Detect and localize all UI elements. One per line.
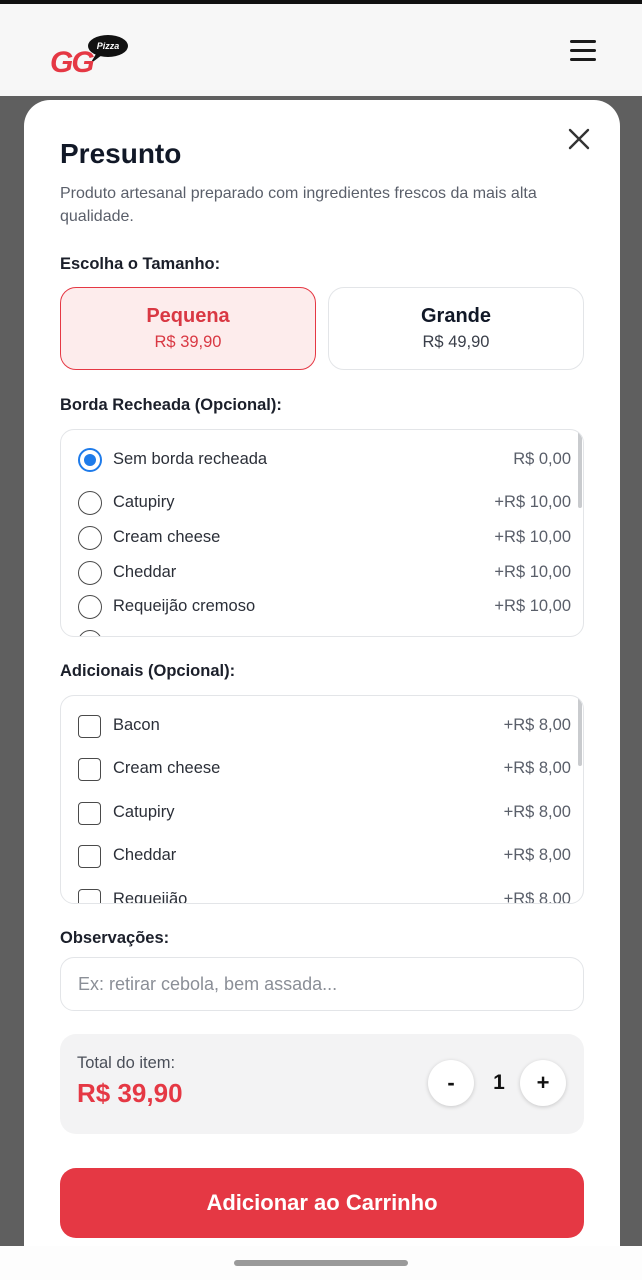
- decrease-quantity-button[interactable]: -: [428, 1060, 474, 1106]
- checkbox[interactable]: [78, 758, 101, 781]
- adicional-option[interactable]: Requeijão +R$ 8,00: [61, 885, 583, 904]
- option-label: Cream cheese: [113, 528, 221, 546]
- option-price: R$ 0,00: [513, 450, 571, 468]
- size-option-grande[interactable]: Grande R$ 49,90: [328, 287, 584, 370]
- size-name: Grande: [420, 305, 492, 327]
- adicional-option[interactable]: Cream cheese +R$ 8,00: [61, 754, 583, 784]
- option-label: Catupiry: [113, 803, 175, 821]
- radio-button-selected[interactable]: [78, 448, 102, 472]
- product-title: Presunto: [60, 138, 182, 169]
- borda-option[interactable]: Requeijão cremoso +R$ 10,00: [61, 592, 583, 622]
- borda-options-list[interactable]: Sem borda recheada R$ 0,00 Catupiry +R$ …: [60, 429, 584, 637]
- home-indicator[interactable]: [234, 1260, 408, 1266]
- option-label: Requeijão cremoso: [113, 597, 256, 615]
- adicionais-options-list[interactable]: Bacon +R$ 8,00 Cream cheese +R$ 8,00 Cat…: [60, 695, 584, 904]
- adicional-option[interactable]: Catupiry +R$ 8,00: [61, 798, 583, 828]
- option-label: Cream cheese: [113, 759, 221, 777]
- adicional-option[interactable]: Cheddar +R$ 8,00: [61, 841, 583, 871]
- checkbox[interactable]: [78, 715, 101, 738]
- checkbox[interactable]: [78, 802, 101, 825]
- logo-text: GG: [50, 46, 94, 76]
- option-price: +R$ 8,00: [503, 890, 571, 904]
- observacoes-input[interactable]: [60, 957, 584, 1011]
- size-name: Pequena: [146, 305, 230, 327]
- increase-quantity-button[interactable]: +: [520, 1060, 566, 1106]
- logo-bubble-text: Pizza: [97, 41, 120, 51]
- borda-option[interactable]: Cheddar +R$ 10,00: [61, 558, 583, 588]
- size-section-label: Escolha o Tamanho:: [60, 255, 221, 273]
- hamburger-icon[interactable]: [570, 40, 598, 64]
- option-price: +R$ 10,00: [494, 528, 571, 546]
- option-price: +R$ 8,00: [503, 803, 571, 821]
- radio-button[interactable]: [78, 561, 102, 585]
- option-label: Sem borda recheada: [113, 450, 268, 468]
- option-label: Cheddar: [113, 563, 177, 581]
- radio-button[interactable]: [78, 526, 102, 550]
- app-header: Pizza GG: [0, 4, 642, 96]
- size-price: R$ 39,90: [154, 333, 222, 351]
- option-price: +R$ 10,00: [494, 597, 571, 615]
- total-value: R$ 39,90: [77, 1078, 183, 1108]
- option-label: Requeijão: [113, 890, 188, 904]
- option-label: Cheddar: [113, 846, 177, 864]
- add-to-cart-button[interactable]: Adicionar ao Carrinho: [60, 1168, 584, 1238]
- option-price: +R$ 10,00: [494, 563, 571, 581]
- brand-logo[interactable]: Pizza GG: [50, 32, 130, 76]
- borda-option[interactable]: Catupiry +R$ 10,00: [61, 488, 583, 518]
- radio-button[interactable]: [78, 491, 102, 515]
- product-modal: Presunto Produto artesanal preparado com…: [24, 100, 620, 1246]
- borda-option[interactable]: Sem borda recheada R$ 0,00: [61, 445, 583, 475]
- total-label: Total do item:: [77, 1054, 176, 1072]
- option-label: Catupiry: [113, 493, 175, 511]
- borda-option[interactable]: Cream cheese +R$ 10,00: [61, 523, 583, 553]
- option-price: +R$ 10,00: [494, 493, 571, 511]
- option-price: +R$ 8,00: [503, 846, 571, 864]
- option-price: +R$ 8,00: [503, 759, 571, 777]
- scrollbar[interactable]: [578, 430, 582, 508]
- adicionais-section-label: Adicionais (Opcional):: [60, 662, 236, 680]
- close-icon[interactable]: [566, 126, 592, 152]
- scrollbar[interactable]: [578, 696, 582, 766]
- observacoes-section-label: Observações:: [60, 929, 170, 947]
- option-label: Bacon: [113, 716, 160, 734]
- checkbox[interactable]: [78, 889, 101, 903]
- checkbox[interactable]: [78, 845, 101, 868]
- total-panel: Total do item: R$ 39,90 - 1 +: [60, 1034, 584, 1134]
- product-description: Produto artesanal preparado com ingredie…: [60, 185, 537, 225]
- size-option-pequena[interactable]: Pequena R$ 39,90: [60, 287, 316, 370]
- system-nav-area: [0, 1246, 642, 1280]
- size-price: R$ 49,90: [422, 333, 490, 351]
- radio-button[interactable]: [78, 595, 102, 619]
- borda-section-label: Borda Recheada (Opcional):: [60, 396, 282, 414]
- radio-button[interactable]: [78, 630, 102, 636]
- quantity-value: 1: [493, 1071, 505, 1094]
- adicional-option[interactable]: Bacon +R$ 8,00: [61, 711, 583, 741]
- option-price: +R$ 8,00: [503, 716, 571, 734]
- borda-option-partial[interactable]: [61, 627, 583, 636]
